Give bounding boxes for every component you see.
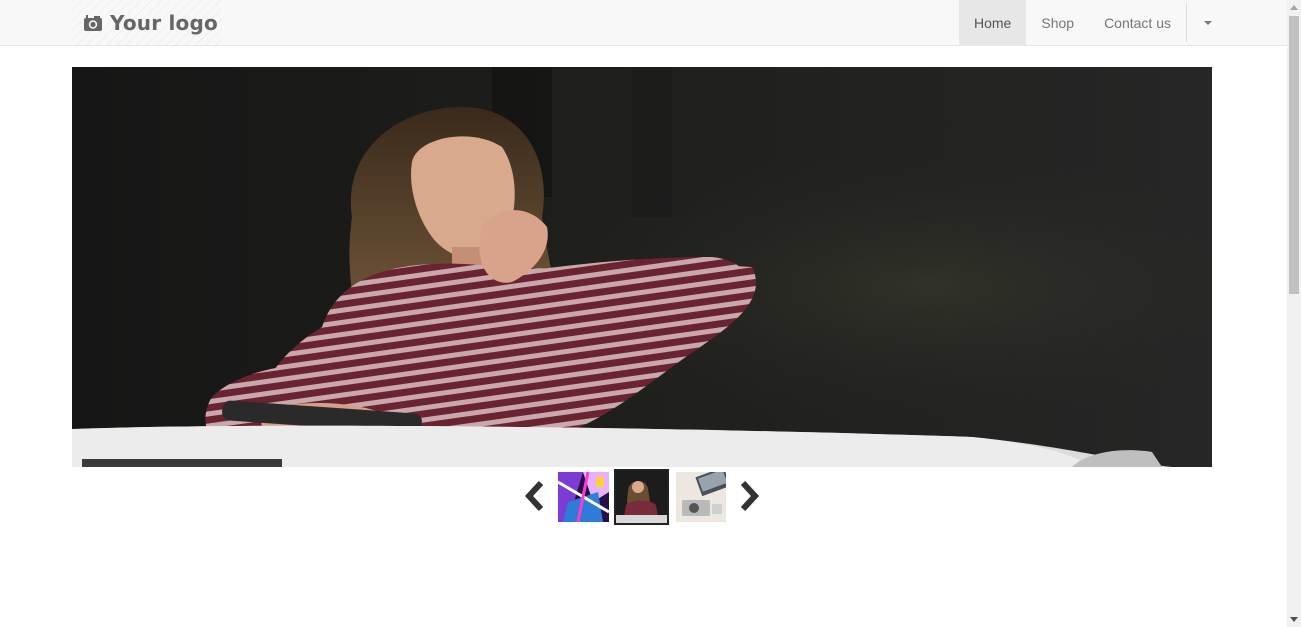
thumbnail-abstract-art — [558, 472, 609, 522]
brand-logo[interactable]: Your logo — [72, 0, 222, 46]
thumbnail-woman-phone — [616, 471, 667, 523]
main-nav: Home Shop Contact us — [959, 0, 1229, 45]
nav-shop[interactable]: Shop — [1026, 0, 1089, 45]
scroll-up-icon[interactable] — [1290, 5, 1298, 10]
nav-contact-us[interactable]: Contact us — [1089, 0, 1186, 45]
thumbnail-3[interactable] — [676, 472, 726, 522]
thumbnail-laptop-camera — [676, 472, 726, 522]
caret-down-icon — [1204, 20, 1212, 25]
thumbnail-2-active[interactable] — [614, 469, 669, 525]
carousel-main-image — [72, 67, 1212, 467]
thumbnail-1[interactable] — [558, 472, 609, 522]
camera-icon — [84, 15, 102, 31]
chevron-right-icon[interactable] — [737, 480, 761, 512]
hero-photo — [72, 67, 1212, 467]
navbar: Your logo Home Shop Contact us — [0, 0, 1287, 46]
vertical-scrollbar[interactable] — [1287, 0, 1301, 627]
carousel-thumbnails — [0, 468, 1287, 528]
scrollbar-thumb[interactable] — [1289, 16, 1299, 294]
scroll-down-icon[interactable] — [1290, 617, 1298, 622]
nav-home[interactable]: Home — [959, 0, 1027, 45]
chevron-left-icon[interactable] — [523, 480, 547, 512]
page: Your logo Home Shop Contact us — [0, 0, 1287, 627]
brand-text: Your logo — [110, 11, 218, 35]
nav-dropdown-toggle[interactable] — [1187, 0, 1229, 45]
